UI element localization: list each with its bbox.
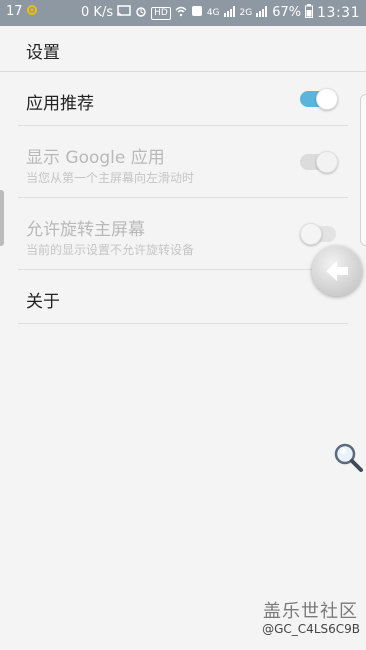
setting-show-google-app[interactable]: 显示 Google 应用 当您从第一个主屏幕向左滑动时 (18, 126, 348, 198)
toggle-thumb (300, 223, 322, 245)
setting-about[interactable]: 关于 (18, 270, 348, 324)
page-title: 设置 (26, 43, 60, 63)
battery-percent: 67% (272, 5, 302, 20)
hd-badge: HD (151, 6, 171, 20)
arrow-left-icon (326, 261, 348, 281)
setting-label: 显示 Google 应用 (26, 148, 165, 168)
left-edge-handle[interactable] (0, 190, 4, 246)
setting-allow-rotation[interactable]: 允许旋转主屏幕 当前的显示设置不允许旋转设备 (18, 198, 348, 270)
gear-icon (26, 4, 38, 20)
row-divider (18, 323, 348, 324)
allow-rotation-toggle[interactable] (300, 223, 338, 245)
floating-back-button[interactable] (312, 246, 362, 296)
setting-label: 关于 (26, 292, 60, 312)
edge-panel-handle[interactable] (360, 94, 366, 246)
toggle-thumb (316, 88, 338, 110)
clock: 13:31 (317, 5, 360, 21)
network-type: 4G (206, 8, 220, 18)
toggle-thumb (316, 151, 338, 173)
setting-description: 当前的显示设置不允许旋转设备 (26, 243, 195, 257)
app-header: 设置 (0, 26, 366, 72)
setting-app-recommendations[interactable]: 应用推荐 (18, 72, 348, 126)
phone-icon (191, 5, 203, 21)
setting-label: 应用推荐 (26, 94, 94, 114)
setting-label: 允许旋转主屏幕 (26, 220, 145, 240)
status-bar: 17 0 K/s HD 4G 2G 67% 13:31 (0, 0, 366, 26)
status-left-time: 17 (6, 4, 23, 19)
wifi-icon (175, 5, 187, 21)
watermark-handle: @GC_C4LS6C9B (262, 622, 360, 636)
network-type-2: 2G (239, 8, 253, 18)
setting-description: 当您从第一个主屏幕向左滑动时 (26, 171, 195, 185)
cast-icon (117, 5, 131, 21)
magnifier-icon[interactable] (332, 441, 364, 477)
app-recommendations-toggle[interactable] (300, 88, 338, 110)
watermark-brand: 盖乐世社区 (263, 601, 358, 622)
battery-icon (305, 4, 314, 22)
signal-icon (223, 5, 236, 21)
show-google-app-toggle[interactable] (300, 151, 338, 173)
network-speed: 0 K/s (81, 5, 114, 20)
signal-icon-2 (256, 5, 268, 21)
alarm-icon (135, 5, 147, 21)
